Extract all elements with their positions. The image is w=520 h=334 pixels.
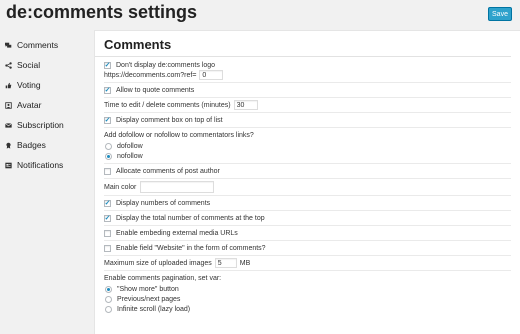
- settings-panel: Comments Don't display de:comments logo …: [94, 30, 520, 334]
- max-upload-label: Maximum size of uploaded images: [104, 259, 212, 267]
- nofollow-label: nofollow: [117, 152, 143, 160]
- notifications-icon: [5, 162, 15, 169]
- sidebar-item-label: Badges: [17, 140, 46, 150]
- setting-row-main-color: Main color: [104, 179, 511, 196]
- allocate-author-label: Allocate comments of post author: [116, 167, 220, 175]
- setting-row-follow: Add dofollow or nofollow to commentators…: [104, 128, 511, 164]
- display-numbers-checkbox[interactable]: [104, 199, 111, 207]
- edit-time-label: Time to edit / delete comments (minutes): [104, 101, 231, 109]
- allow-quote-checkbox[interactable]: [104, 86, 111, 94]
- website-field-checkbox[interactable]: [104, 244, 111, 252]
- pagination-question: Enable comments pagination, set var:: [104, 274, 222, 282]
- dofollow-radio[interactable]: [105, 142, 112, 150]
- sidebar-item-badges[interactable]: Badges: [5, 135, 90, 155]
- setting-row-website: Enable field "Website" in the form of co…: [104, 241, 511, 256]
- prev-next-radio[interactable]: [105, 295, 112, 303]
- sidebar-item-comments[interactable]: Comments: [5, 35, 90, 55]
- display-on-top-label: Display comment box on top of list: [116, 116, 223, 124]
- infinite-scroll-label: Infinite scroll (lazy load): [117, 305, 191, 313]
- setting-row-embed: Enable embeding external media URLs: [104, 226, 511, 241]
- dofollow-label: dofollow: [117, 142, 143, 150]
- setting-row-allocate: Allocate comments of post author: [104, 164, 511, 179]
- sidebar-item-social[interactable]: Social: [5, 55, 90, 75]
- edit-time-input[interactable]: [233, 100, 258, 110]
- max-upload-unit: MB: [239, 259, 251, 267]
- sidebar-item-label: Notifications: [17, 160, 64, 170]
- ref-label: https://decomments.com?ref=: [104, 71, 197, 79]
- allocate-author-checkbox[interactable]: [104, 167, 111, 175]
- dont-display-logo-checkbox[interactable]: [104, 61, 111, 69]
- voting-icon: [5, 82, 15, 89]
- display-on-top-checkbox[interactable]: [104, 116, 111, 124]
- embed-media-label: Enable embeding external media URLs: [116, 229, 238, 237]
- sidebar-item-label: Voting: [17, 80, 41, 90]
- display-total-label: Display the total number of comments at …: [116, 214, 265, 222]
- dont-display-logo-label: Don't display de:comments logo: [116, 61, 215, 69]
- ref-input[interactable]: [199, 70, 224, 80]
- sidebar: Comments Social Voting Avatar Subscripti…: [5, 35, 90, 175]
- infinite-scroll-radio[interactable]: [105, 305, 112, 313]
- divider: [95, 56, 511, 57]
- sidebar-item-subscription[interactable]: Subscription: [5, 115, 90, 135]
- follow-question: Add dofollow or nofollow to commentators…: [104, 131, 254, 139]
- setting-row-pagination: Enable comments pagination, set var: "Sh…: [104, 271, 511, 316]
- panel-title: Comments: [104, 37, 172, 52]
- sidebar-item-label: Avatar: [17, 100, 42, 110]
- share-icon: [5, 61, 15, 69]
- setting-row-logo: Don't display de:comments logo https://d…: [104, 58, 511, 83]
- display-numbers-label: Display numbers of comments: [116, 199, 211, 207]
- setting-row-max-upload: Maximum size of uploaded images MB: [104, 256, 511, 271]
- setting-row-numbers: Display numbers of comments: [104, 196, 511, 211]
- sidebar-item-label: Social: [17, 60, 41, 70]
- sidebar-item-voting[interactable]: Voting: [5, 75, 90, 95]
- sidebar-item-notifications[interactable]: Notifications: [5, 155, 90, 175]
- website-field-label: Enable field "Website" in the form of co…: [116, 244, 266, 252]
- sidebar-item-label: Subscription: [17, 120, 64, 130]
- allow-quote-label: Allow to quote comments: [116, 86, 195, 94]
- setting-row-total: Display the total number of comments at …: [104, 211, 511, 226]
- nofollow-radio[interactable]: [105, 152, 112, 160]
- setting-row-edit-time: Time to edit / delete comments (minutes): [104, 98, 511, 113]
- embed-media-checkbox[interactable]: [104, 229, 111, 237]
- max-upload-input[interactable]: [214, 258, 237, 268]
- setting-row-box-top: Display comment box on top of list: [104, 113, 511, 128]
- avatar-icon: [5, 101, 15, 109]
- save-button[interactable]: Save: [488, 7, 512, 21]
- setting-row-quote: Allow to quote comments: [104, 83, 511, 98]
- main-color-label: Main color: [104, 183, 137, 191]
- show-more-radio[interactable]: [105, 285, 112, 293]
- main-color-input[interactable]: [140, 181, 215, 193]
- envelope-icon: [5, 122, 15, 129]
- show-more-label: "Show more" button: [117, 285, 179, 293]
- prev-next-label: Previous/next pages: [117, 295, 181, 303]
- display-total-checkbox[interactable]: [104, 214, 111, 222]
- badge-icon: [5, 142, 15, 149]
- page-title: de:comments settings: [6, 2, 198, 22]
- sidebar-item-label: Comments: [17, 40, 59, 50]
- sidebar-item-avatar[interactable]: Avatar: [5, 95, 90, 115]
- comments-icon: [5, 42, 15, 49]
